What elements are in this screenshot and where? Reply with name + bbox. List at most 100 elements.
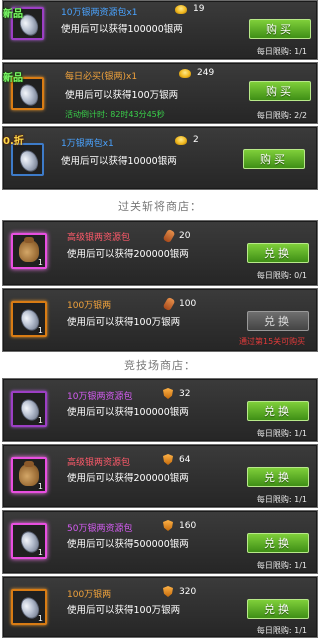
shop-item-card: 新品 每日必买(银两)x1 249 使用后可以获得100万银两 活动倒计时: 8… (2, 62, 318, 124)
item-title: 1万银两包x1 (61, 136, 114, 149)
item-description: 使用后可以获得100万银两 (67, 317, 181, 328)
item-description: 使用后可以获得200000银两 (67, 249, 189, 260)
item-icon-silver-bag: 1 (11, 457, 47, 493)
item-title: 100万银两 (67, 301, 112, 311)
item-description: 使用后可以获得100000银两 (61, 24, 183, 35)
item-price: 20 (162, 228, 191, 244)
item-title: 50万银两资源包 (67, 524, 133, 534)
item-price: 160 (163, 520, 196, 531)
shop-item-card: 1 100万银两 320 使用后可以获得100万银两 兑换 每日限购: 1/1 (2, 576, 318, 638)
item-price: 19 (175, 4, 204, 14)
shop-item-card: 1 高级银两资源包 64 使用后可以获得200000银两 兑换 每日限购: 1/… (2, 444, 318, 508)
exchange-button[interactable]: 兑换 (247, 243, 309, 263)
price-value: 249 (197, 68, 215, 78)
item-description: 使用后可以获得100000银两 (67, 407, 189, 418)
item-quantity: 1 (37, 614, 43, 623)
item-title: 高级银两资源包 (67, 458, 131, 468)
unlock-requirement-text: 通过第15关可购买 (239, 337, 306, 346)
arena-badge-icon (163, 388, 173, 399)
price-value: 2 (193, 135, 199, 145)
item-title-name: 每日必买(银两) (65, 72, 127, 82)
silver-bag-icon (19, 237, 39, 262)
section-heading-pass-shop: 过关斩将商店： (118, 200, 202, 213)
exchange-button[interactable]: 兑换 (247, 599, 309, 619)
item-description: 使用后可以获得500000银两 (67, 539, 189, 550)
item-price: 64 (163, 454, 190, 465)
discount-badge: 0.折 (3, 136, 24, 147)
item-icon-silver-coin: 1 (11, 589, 47, 625)
token-icon (162, 228, 176, 244)
item-price: 100 (162, 296, 197, 312)
item-quantity: 1 (37, 416, 43, 425)
shop-item-card: 新品 10万银两资源包x1 19 使用后可以获得100000银两 购买 每日限购… (2, 0, 318, 60)
shop-item-card: 1 50万银两资源包 160 使用后可以获得500000银两 兑换 每日限购: … (2, 510, 318, 574)
item-quantity: 1 (37, 258, 43, 267)
price-value: 19 (193, 4, 205, 14)
exchange-button-disabled[interactable]: 兑换 (247, 311, 309, 331)
exchange-button[interactable]: 兑换 (247, 533, 309, 553)
price-value: 100 (179, 299, 197, 309)
section-heading-arena-shop: 竞技场商店： (124, 359, 196, 372)
item-title: 高级银两资源包 (67, 233, 131, 243)
daily-limit-text: 每日限购: 1/1 (256, 429, 307, 438)
item-price: 320 (163, 586, 196, 597)
item-icon-silver-coin: 1 (11, 391, 47, 427)
item-count: x1 (126, 8, 138, 18)
item-title-name: 1万银两包 (61, 139, 103, 149)
arena-badge-icon (163, 586, 173, 597)
item-icon-silver-coin: 1 (11, 301, 47, 337)
daily-limit-text: 每日限购: 2/2 (256, 111, 307, 120)
price-value: 320 (179, 586, 197, 597)
item-description: 使用后可以获得10000银两 (61, 156, 177, 167)
shop-item-card: 1 高级银两资源包 20 使用后可以获得200000银两 兑换 每日限购: 0/… (2, 220, 318, 286)
new-item-badge: 新品 (3, 9, 23, 20)
shop-item-card: 0.折 1万银两包x1 2 使用后可以获得10000银两 购买 (2, 126, 318, 190)
silver-coin-icon (16, 146, 41, 175)
price-value: 32 (179, 388, 191, 399)
price-value: 64 (179, 454, 191, 465)
price-value: 160 (179, 520, 197, 531)
exchange-button[interactable]: 兑换 (247, 401, 309, 421)
shop-item-card: 1 10万银两资源包 32 使用后可以获得100000银两 兑换 每日限购: 1… (2, 378, 318, 442)
daily-limit-text: 每日限购: 1/1 (256, 495, 307, 504)
item-title-name: 10万银两资源包 (61, 8, 127, 18)
buy-button[interactable]: 购买 (249, 81, 311, 101)
item-title: 10万银两资源包 (67, 392, 133, 402)
daily-limit-text: 每日限购: 0/1 (256, 271, 307, 280)
price-value: 20 (179, 231, 191, 241)
item-price: 32 (163, 388, 190, 399)
token-icon (162, 296, 176, 312)
item-title: 100万银两 (67, 590, 112, 600)
buy-button[interactable]: 购买 (243, 149, 305, 169)
item-title: 10万银两资源包x1 (61, 5, 138, 18)
daily-limit-text: 每日限购: 1/1 (256, 561, 307, 570)
item-description: 使用后可以获得200000银两 (67, 473, 189, 484)
item-count: x1 (126, 72, 138, 82)
arena-badge-icon (163, 520, 173, 531)
item-price: 2 (175, 135, 199, 145)
daily-limit-text: 每日限购: 1/1 (256, 47, 307, 56)
item-quantity: 1 (37, 482, 43, 491)
gold-ingot-icon (175, 4, 187, 14)
daily-limit-text: 每日限购: 1/1 (256, 626, 307, 635)
gold-ingot-icon (179, 68, 191, 78)
buy-button[interactable]: 购买 (249, 19, 311, 39)
item-description: 使用后可以获得100万银两 (65, 90, 179, 101)
item-price: 249 (179, 68, 214, 78)
item-icon-silver-coin (11, 143, 44, 176)
item-icon-silver-bag: 1 (11, 233, 47, 269)
silver-coin-icon (16, 80, 41, 109)
item-description: 使用后可以获得100万银两 (67, 605, 181, 616)
gold-ingot-icon (175, 135, 187, 145)
arena-badge-icon (163, 454, 173, 465)
item-quantity: 1 (37, 326, 43, 335)
item-count: x1 (102, 139, 114, 149)
shop-item-card: 1 100万银两 100 使用后可以获得100万银两 兑换 通过第15关可购买 (2, 288, 318, 352)
new-item-badge: 新品 (3, 73, 23, 84)
countdown-text: 活动倒计时: 82时43分45秒 (65, 110, 165, 119)
exchange-button[interactable]: 兑换 (247, 467, 309, 487)
item-title: 每日必买(银两)x1 (65, 69, 137, 82)
item-quantity: 1 (37, 548, 43, 557)
silver-bag-icon (19, 461, 39, 486)
item-icon-silver-coin: 1 (11, 523, 47, 559)
